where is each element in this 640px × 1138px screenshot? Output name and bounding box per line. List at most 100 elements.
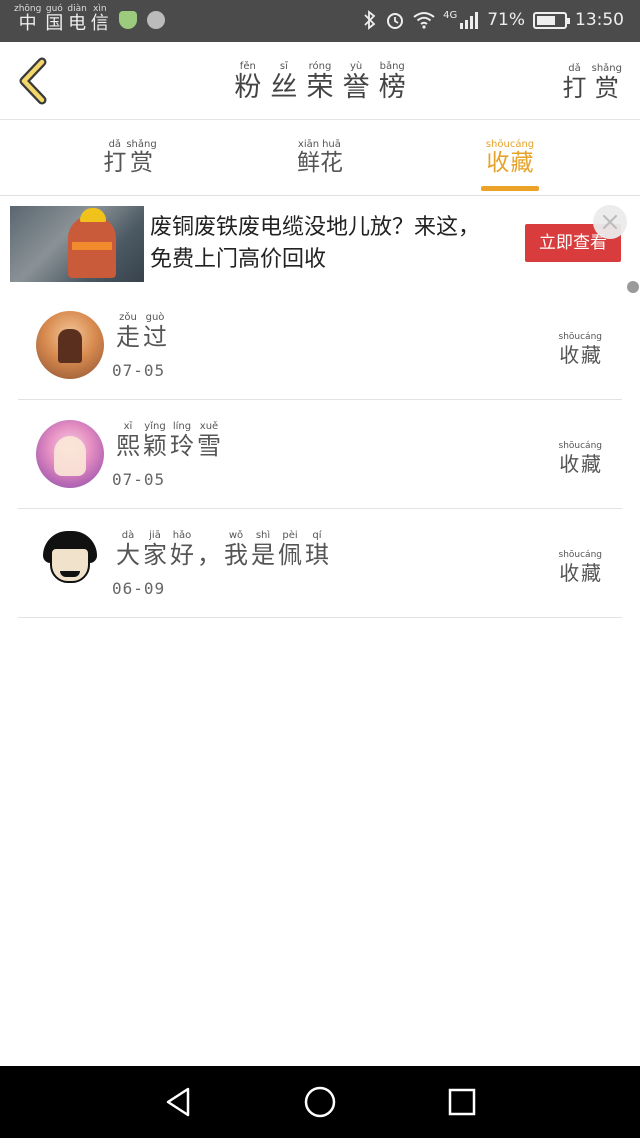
battery-level bbox=[537, 15, 555, 25]
signal-icon bbox=[460, 12, 479, 29]
avatar bbox=[36, 311, 104, 379]
wechat-icon bbox=[146, 11, 165, 29]
name-char: xuě 雪 bbox=[197, 422, 221, 460]
action-char: cáng 藏 bbox=[580, 333, 602, 366]
action-char: shōu 收 bbox=[559, 442, 581, 476]
carrier-char: guó 国 bbox=[45, 5, 63, 33]
hanzi: 打 bbox=[103, 150, 127, 176]
security-shield-icon bbox=[118, 11, 137, 29]
ad-marker-icon bbox=[627, 281, 639, 293]
action-char: shōu 收 bbox=[559, 551, 581, 585]
nav-recent-button[interactable] bbox=[444, 1084, 480, 1120]
carrier-char: xìn 信 bbox=[91, 5, 109, 33]
favorite-label[interactable]: shōu 收 cáng 藏 bbox=[559, 551, 603, 585]
hanzi: 收 bbox=[559, 561, 580, 585]
tab-bar: dǎ 打 shǎng 赏 xiān 鲜 huā 花 shōu 收 cáng 藏 bbox=[0, 121, 640, 196]
carrier-char: zhōng 中 bbox=[14, 5, 41, 33]
hanzi: 玲 bbox=[170, 432, 194, 460]
hanzi: 赏 bbox=[594, 74, 619, 102]
tab-favorites[interactable]: shōu 收 cáng 藏 bbox=[460, 140, 560, 175]
hanzi: 丝 bbox=[270, 72, 298, 103]
action-char: shōu 收 bbox=[559, 333, 581, 366]
hanzi: 琪 bbox=[305, 541, 329, 569]
action-char: shǎng 赏 bbox=[592, 64, 622, 102]
avatar bbox=[36, 420, 104, 488]
circle-home-icon bbox=[304, 1086, 336, 1118]
hanzi: 藏 bbox=[581, 452, 602, 476]
app-header: fěn 粉 sī 丝 róng 荣 yù 誉 bǎng 榜 dǎ 打 shǎng 赏 bbox=[0, 42, 640, 120]
hanzi: 粉 bbox=[234, 72, 262, 103]
hanzi: 佩 bbox=[278, 541, 302, 569]
worker-helmet bbox=[80, 208, 106, 222]
tab-flowers[interactable]: xiān 鲜 huā 花 bbox=[270, 140, 370, 175]
hanzi: 走 bbox=[116, 323, 140, 351]
hanzi: 中 bbox=[18, 13, 37, 34]
tab-char: xiān 鲜 bbox=[297, 140, 320, 175]
hanzi: 誉 bbox=[342, 72, 370, 103]
system-navigation-bar bbox=[0, 1066, 640, 1138]
worker-vest bbox=[72, 242, 112, 250]
reward-button[interactable]: dǎ 打 shǎng 赏 bbox=[562, 64, 622, 102]
wifi-icon bbox=[413, 12, 435, 29]
name-char: pèi 佩 bbox=[278, 531, 302, 569]
avatar-figure bbox=[58, 329, 82, 363]
user-name: dà 大 jiā 家 hǎo 好， wǒ 我 shì 是 pèi 佩 qí 琪 bbox=[116, 531, 332, 569]
avatar-mouth bbox=[60, 571, 80, 577]
hanzi: 家 bbox=[143, 541, 167, 569]
title-char: yù 誉 bbox=[342, 62, 370, 103]
name-char: ， bbox=[197, 531, 221, 567]
list-item[interactable]: zǒu 走 guò 过 07-05 shōu 收 cáng 藏 bbox=[18, 291, 622, 400]
item-date: 07-05 bbox=[112, 470, 166, 489]
avatar-figure bbox=[54, 436, 86, 476]
name-char: xī 熙 bbox=[116, 422, 140, 460]
list-item[interactable]: dà 大 jiā 家 hǎo 好， wǒ 我 shì 是 pèi 佩 qí 琪 06-09 shōu 收 cá… bbox=[18, 509, 622, 618]
page-title: fěn 粉 sī 丝 róng 荣 yù 誉 bǎng 榜 bbox=[0, 62, 640, 103]
name-char: wǒ 我 bbox=[224, 531, 248, 568]
tab-char: shǎng 赏 bbox=[126, 140, 156, 175]
hanzi: 收 bbox=[559, 452, 580, 476]
tab-char: huā 花 bbox=[320, 140, 343, 175]
hanzi: 榜 bbox=[378, 72, 406, 103]
name-char: shì 是 bbox=[251, 531, 275, 568]
hanzi: 熙 bbox=[116, 432, 140, 460]
hanzi: 信 bbox=[90, 13, 109, 34]
name-char: jiā 家 bbox=[143, 531, 167, 569]
hanzi: 藏 bbox=[581, 561, 602, 585]
ad-image bbox=[10, 206, 144, 282]
avatar-face bbox=[50, 547, 90, 583]
hanzi: ， bbox=[197, 541, 221, 569]
ad-banner[interactable]: 废铜废铁废电缆没地儿放？来这，免费上门高价回收 立即查看 bbox=[10, 205, 630, 284]
hanzi: 电 bbox=[68, 13, 87, 34]
title-char: róng 荣 bbox=[307, 62, 334, 102]
favorite-label[interactable]: shōu 收 cáng 藏 bbox=[559, 333, 603, 366]
avatar bbox=[36, 525, 104, 593]
hanzi: 颖 bbox=[143, 432, 167, 460]
hanzi: 鲜 bbox=[297, 150, 320, 176]
tab-reward[interactable]: dǎ 打 shǎng 赏 bbox=[80, 140, 180, 175]
square-recent-icon bbox=[448, 1088, 476, 1116]
list-item[interactable]: xī 熙 yǐng 颖 líng 玲 xuě 雪 07-05 shōu 收 cáng 藏 bbox=[18, 400, 622, 509]
clock: 13:50 bbox=[575, 10, 624, 30]
nav-home-button[interactable] bbox=[302, 1084, 338, 1120]
action-char: dǎ 打 bbox=[562, 64, 587, 102]
carrier-char: diàn 电 bbox=[67, 5, 86, 33]
title-char: fěn 粉 bbox=[234, 62, 262, 103]
favorite-label[interactable]: shōu 收 cáng 藏 bbox=[559, 442, 603, 476]
hanzi: 大 bbox=[116, 541, 140, 569]
name-char: líng 玲 bbox=[170, 422, 194, 460]
user-name: xī 熙 yǐng 颖 líng 玲 xuě 雪 bbox=[116, 422, 224, 460]
hanzi: 花 bbox=[320, 150, 343, 176]
active-tab-indicator bbox=[481, 186, 539, 191]
name-char: hǎo 好 bbox=[170, 531, 194, 569]
status-bar: zhōng 中 guó 国 diàn 电 xìn 信 4G 71% 13:50 bbox=[0, 0, 640, 42]
hanzi: 打 bbox=[562, 74, 587, 102]
carrier-label: zhōng 中 guó 国 diàn 电 xìn 信 bbox=[14, 5, 165, 33]
hanzi: 过 bbox=[143, 323, 167, 351]
name-char: yǐng 颖 bbox=[143, 422, 167, 460]
hanzi: 雪 bbox=[197, 432, 221, 460]
hanzi: 好 bbox=[170, 541, 194, 569]
nav-back-button[interactable] bbox=[160, 1084, 196, 1120]
action-char: cáng 藏 bbox=[580, 551, 602, 585]
name-char: guò 过 bbox=[143, 313, 167, 351]
ad-close-button[interactable] bbox=[593, 205, 627, 239]
